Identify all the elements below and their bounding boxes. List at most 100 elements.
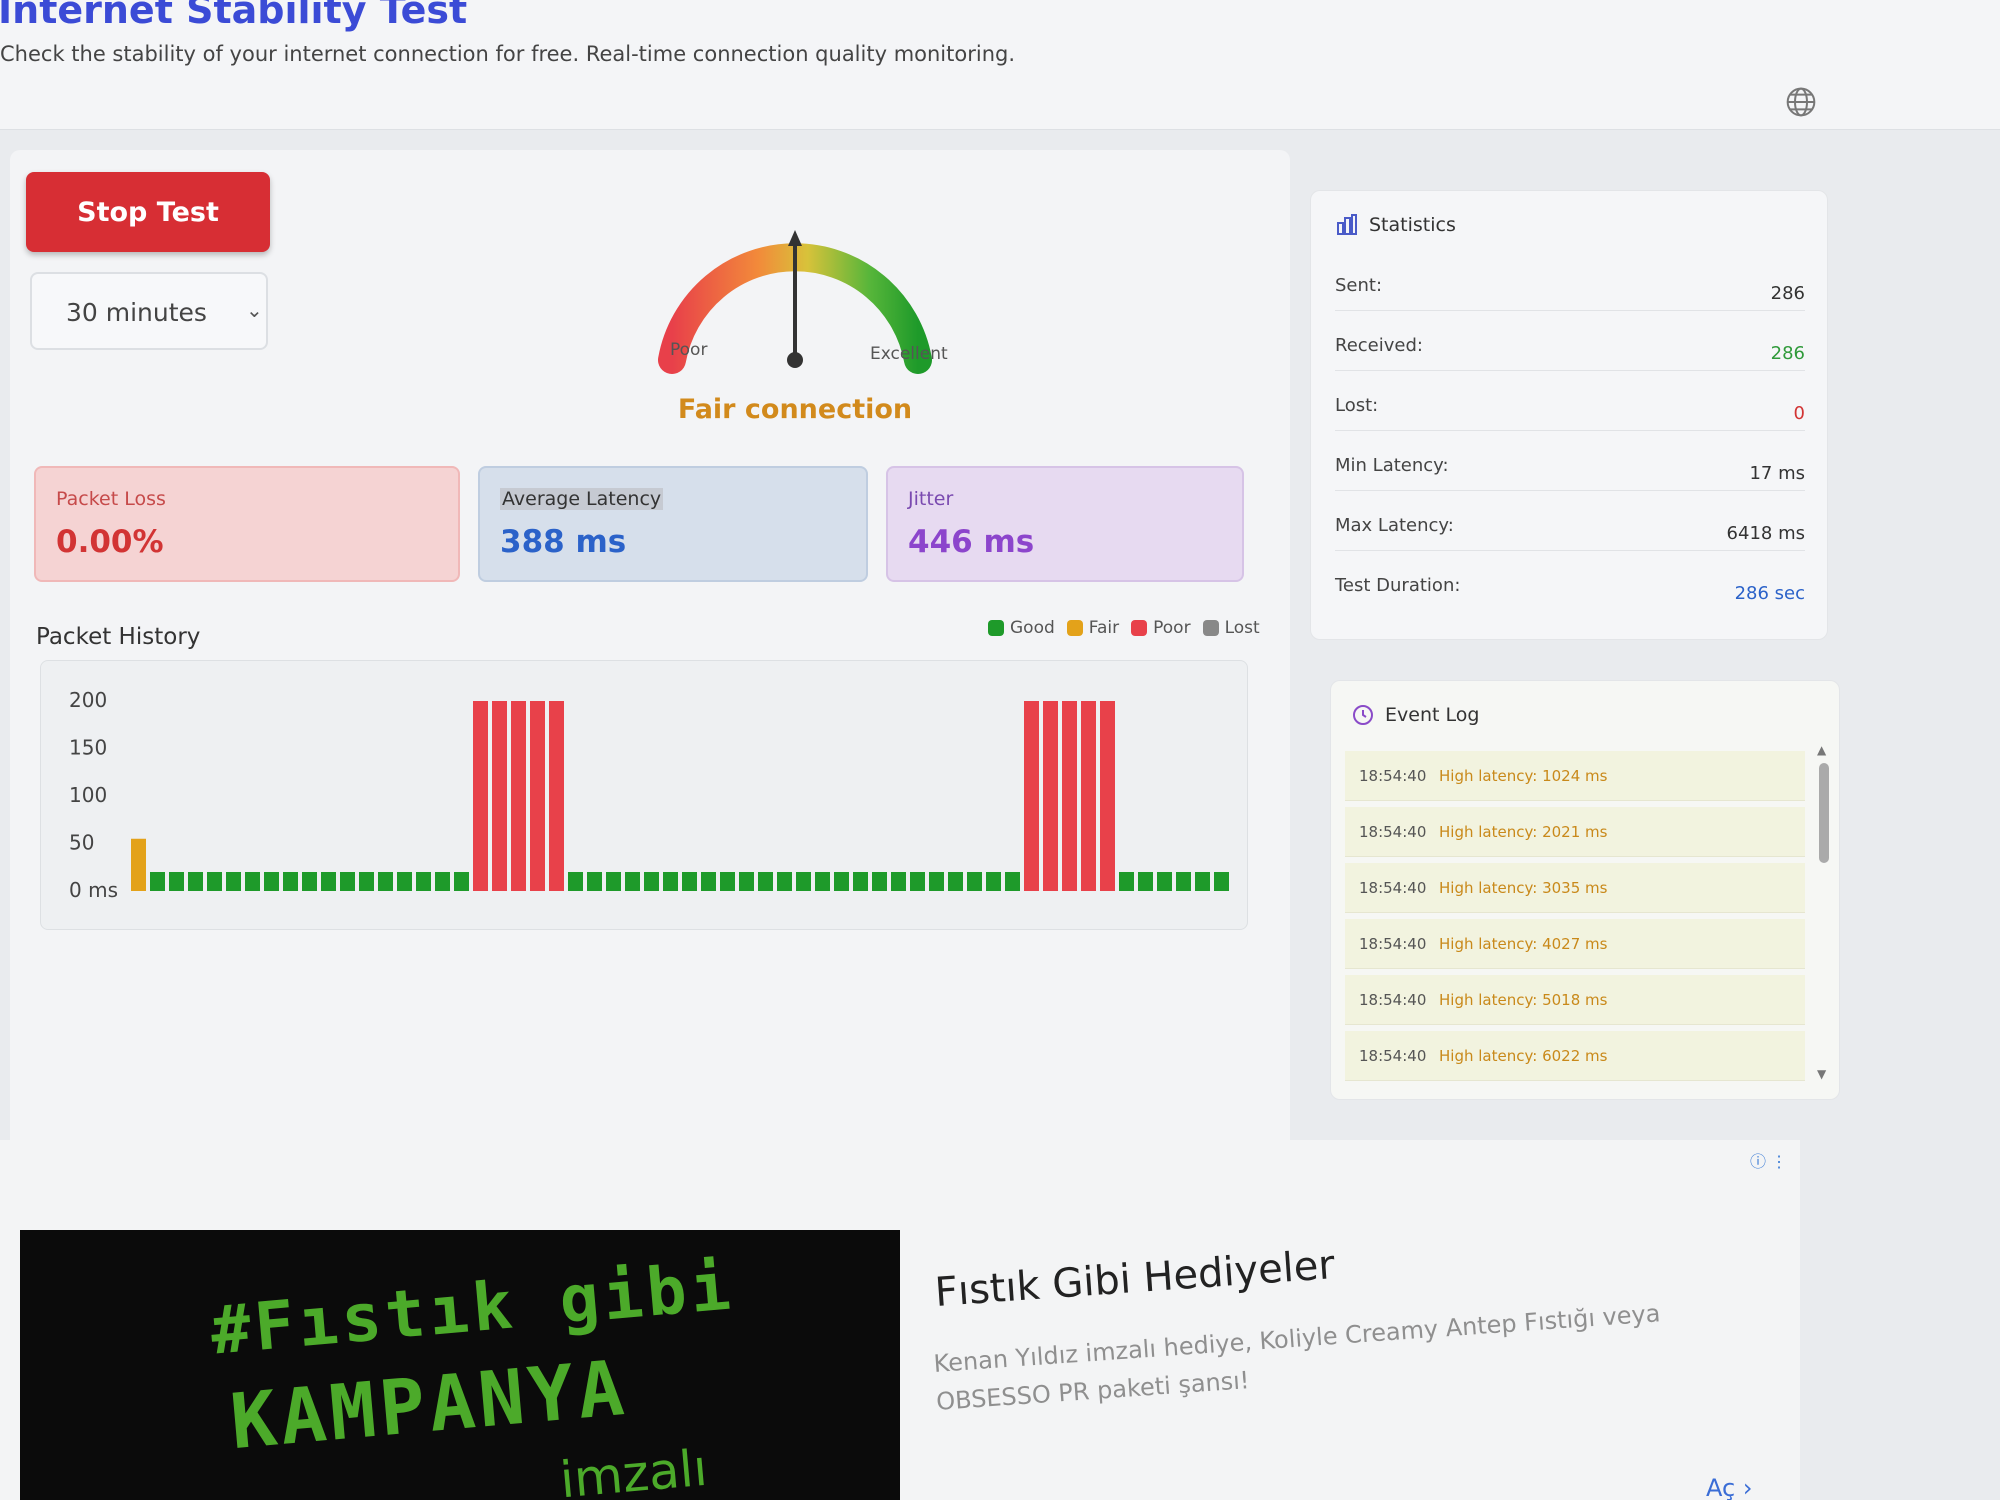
scroll-up-arrow[interactable]: ▲ [1817,743,1826,757]
packet-bar [815,872,830,891]
packet-bar [150,872,165,891]
gauge-hub [787,352,803,368]
event-log-entry: 18:54:40 High latency: 6022 ms [1345,1031,1805,1081]
packet-bar [644,872,659,891]
event-message: High latency: 3035 ms [1439,879,1608,897]
event-log-scrollbar[interactable] [1819,763,1829,863]
stat-row-max-latency: Max Latency: 6418 ms [1335,511,1805,551]
packet-loss-label: Packet Loss [56,488,166,510]
packet-bar [910,872,925,891]
event-log-title: Event Log [1385,704,1480,726]
packet-bar [1176,872,1191,891]
packet-bar [131,838,146,891]
packet-bar [758,872,773,891]
packet-bar [302,872,317,891]
ad-image[interactable]: #Fıstık gibi KAMPANYA imzalı [20,1230,900,1500]
event-log-entry: 18:54:40 High latency: 4027 ms [1345,919,1805,969]
jitter-card: Jitter 446 ms [886,466,1244,582]
gauge-poor-label: Poor [670,340,708,360]
event-log-entry: 18:54:40 High latency: 3035 ms [1345,863,1805,913]
packet-history-title: Packet History [36,624,201,650]
stat-row-min-latency: Min Latency: 17 ms [1335,451,1805,491]
packet-bar [948,872,963,891]
packet-bar [435,872,450,891]
packet-bar [1195,872,1210,891]
packet-bar [245,872,260,891]
packet-bar [549,701,564,891]
legend-poor-label: Poor [1153,618,1191,638]
packet-bar [416,872,431,891]
legend-poor: Poor [1131,618,1191,638]
y-tick-label: 100 [69,783,107,807]
stat-value: 0 [1793,403,1805,424]
packet-bar [359,872,374,891]
packet-bar [378,872,393,891]
average-latency-card: Average Latency 388 ms [478,466,868,582]
event-message: High latency: 5018 ms [1439,991,1608,1009]
packet-bar [1005,872,1020,891]
packet-bar [1081,701,1096,891]
event-log-entry: 18:54:40 High latency: 5018 ms [1345,975,1805,1025]
packet-bar [340,872,355,891]
packet-bar [321,872,336,891]
packet-bar [568,872,583,891]
packet-bar [283,872,298,891]
packet-bar [207,872,222,891]
duration-value: 30 minutes [66,298,207,327]
duration-select[interactable]: 30 minutes ⌄ [30,272,268,350]
packet-bar [967,872,982,891]
ad-open-label: Aç [1706,1474,1736,1500]
event-log-entry: 18:54:40 High latency: 1024 ms [1345,751,1805,801]
legend-fair-label: Fair [1088,618,1120,638]
packet-bar [701,872,716,891]
stat-label: Lost: [1335,395,1379,416]
event-message: High latency: 6022 ms [1439,1047,1608,1065]
ad-open-link[interactable]: Aç › [1706,1474,1752,1500]
event-log-panel[interactable]: Event Log 18:54:40 High latency: 1024 ms … [1330,680,1840,1100]
packet-bar [1100,701,1115,891]
packet-bar [1043,701,1058,891]
scroll-down-arrow[interactable]: ▼ [1817,1067,1826,1081]
average-latency-label: Average Latency [500,488,664,510]
legend-good: Good [988,618,1055,638]
event-log-header: Event Log [1351,703,1479,727]
ad-image-line1: #Fıstık gibi [207,1247,738,1370]
chevron-right-icon: › [1742,1474,1753,1500]
event-message: High latency: 2021 ms [1439,823,1608,841]
packet-bar [397,872,412,891]
bar-chart-icon [1337,214,1357,235]
statistics-title: Statistics [1369,214,1456,236]
packet-bar [625,872,640,891]
y-tick-label: 150 [69,736,107,760]
stat-label: Received: [1335,335,1423,356]
packet-bar [473,701,488,891]
packet-bar [720,872,735,891]
stat-label: Sent: [1335,275,1383,296]
packet-bar [606,872,621,891]
event-message: High latency: 1024 ms [1439,767,1608,785]
stat-value: 17 ms [1749,463,1805,484]
packet-bar [1062,701,1077,891]
event-time: 18:54:40 [1359,1047,1427,1065]
packet-loss-value: 0.00% [56,524,164,560]
packet-bar [1024,701,1039,891]
chevron-down-icon: ⌄ [246,298,263,322]
legend-lost-swatch [1202,620,1219,636]
packet-bar [739,872,754,891]
info-icon[interactable]: ⓘ ⋮ [1750,1148,1787,1172]
stat-value: 286 sec [1734,583,1805,604]
packet-bar [663,872,678,891]
legend-lost: Lost [1202,618,1260,638]
packet-bar [587,872,602,891]
packet-bar [1119,872,1134,891]
y-tick-label: 50 [69,831,94,855]
stop-test-button[interactable]: Stop Test [26,172,270,252]
event-log-entry: 18:54:40 High latency: 2021 ms [1345,807,1805,857]
legend-poor-swatch [1131,620,1148,636]
packet-bar [169,872,184,891]
globe-icon[interactable] [1785,86,1817,118]
gauge-excellent-label: Excellent [870,344,948,364]
event-time: 18:54:40 [1359,823,1427,841]
packet-bar [853,872,868,891]
stat-row-duration: Test Duration: 286 sec [1335,571,1805,611]
